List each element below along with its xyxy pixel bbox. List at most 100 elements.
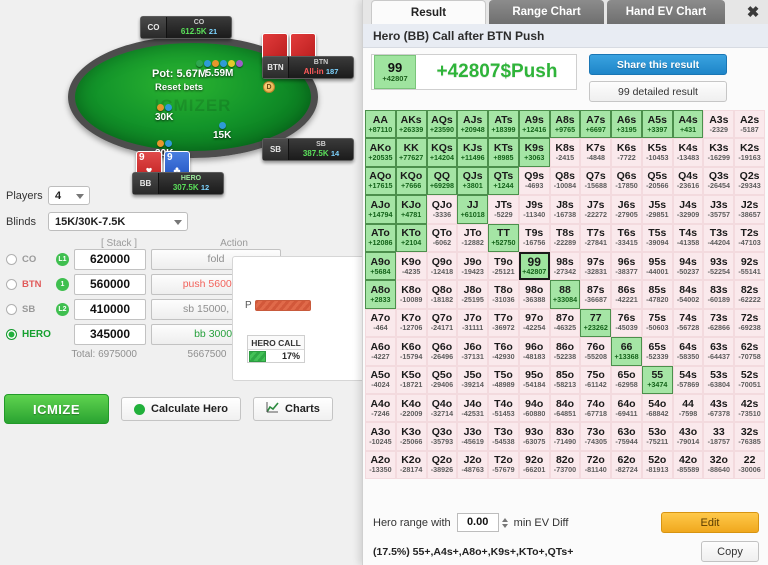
matrix-cell-62s[interactable]: 62s -70758 — [734, 337, 765, 366]
matrix-cell-J7s[interactable]: J7s -22272 — [580, 195, 612, 224]
matrix-cell-K5s[interactable]: K5s -10453 — [641, 138, 673, 167]
matrix-cell-T3o[interactable]: T3o -54538 — [488, 422, 519, 451]
matrix-cell-95o[interactable]: 95o -54184 — [518, 365, 550, 394]
matrix-cell-KQs[interactable]: KQs +14204 — [426, 138, 458, 167]
matrix-cell-A5s[interactable]: A5s +3397 — [641, 110, 673, 139]
matrix-cell-76s[interactable]: 76s -45039 — [611, 308, 642, 338]
matrix-cell-K6s[interactable]: K6s -7722 — [611, 138, 642, 167]
matrix-cell-T3s[interactable]: T3s -44204 — [703, 223, 735, 252]
matrix-cell-AA[interactable]: AA +87110 — [365, 110, 396, 139]
matrix-cell-88[interactable]: 88 +33084 — [549, 280, 581, 309]
matrix-cell-A3s[interactable]: A3s -2329 — [703, 110, 735, 139]
matrix-cell-J8o[interactable]: J8o -25195 — [457, 280, 489, 309]
blinds-select[interactable]: 15K/30K-7.5K — [48, 212, 188, 231]
matrix-cell-66[interactable]: 66 +13368 — [611, 337, 642, 366]
matrix-cell-A4s[interactable]: A4s +431 — [672, 110, 704, 139]
matrix-cell-22[interactable]: 22 -30006 — [734, 450, 765, 480]
close-icon[interactable]: ✖ — [744, 3, 762, 21]
matrix-cell-Q9o[interactable]: Q9o -12418 — [426, 251, 458, 281]
matrix-cell-73s[interactable]: 73s -62866 — [703, 308, 735, 338]
matrix-cell-93o[interactable]: 93o -63075 — [518, 422, 550, 451]
matrix-cell-74s[interactable]: 74s -56728 — [672, 308, 704, 338]
hero-call-box[interactable]: HERO CALL 17% — [247, 335, 305, 363]
matrix-cell-ATs[interactable]: ATs +18399 — [488, 110, 519, 139]
matrix-cell-AQo[interactable]: AQo +17615 — [365, 166, 396, 196]
matrix-cell-K5o[interactable]: K5o -18721 — [395, 365, 427, 394]
selected-hand-cell[interactable]: 99 +42807 — [374, 55, 416, 89]
matrix-cell-K8s[interactable]: K8s -2415 — [549, 138, 581, 167]
matrix-cell-Q2s[interactable]: Q2s -29343 — [734, 166, 765, 196]
matrix-cell-A3o[interactable]: A3o -10245 — [365, 422, 396, 451]
matrix-cell-A5o[interactable]: A5o -4024 — [365, 365, 396, 394]
matrix-cell-63s[interactable]: 63s -64437 — [703, 337, 735, 366]
matrix-cell-75s[interactable]: 75s -50603 — [641, 308, 673, 338]
matrix-cell-84s[interactable]: 84s -54002 — [672, 280, 704, 309]
matrix-cell-96o[interactable]: 96o -48183 — [518, 337, 550, 366]
matrix-cell-A7o[interactable]: A7o -464 — [365, 308, 396, 338]
matrix-cell-97s[interactable]: 97s -32831 — [580, 251, 612, 281]
matrix-cell-74o[interactable]: 74o -67718 — [580, 393, 612, 423]
matrix-cell-A2o[interactable]: A2o -13350 — [365, 450, 396, 480]
matrix-cell-52s[interactable]: 52s -70051 — [734, 365, 765, 394]
matrix-cell-T6s[interactable]: T6s -33415 — [611, 223, 642, 252]
matrix-cell-94s[interactable]: 94s -50237 — [672, 251, 704, 281]
matrix-cell-A9o[interactable]: A9o +5684 — [365, 251, 396, 281]
matrix-cell-83s[interactable]: 83s -60189 — [703, 280, 735, 309]
matrix-cell-Q7s[interactable]: Q7s -15688 — [580, 166, 612, 196]
matrix-cell-K6o[interactable]: K6o -15794 — [395, 337, 427, 366]
matrix-cell-KJo[interactable]: KJo +4781 — [395, 195, 427, 224]
matrix-cell-82s[interactable]: 82s -62222 — [734, 280, 765, 309]
matrix-cell-Q2o[interactable]: Q2o -38926 — [426, 450, 458, 480]
matrix-cell-32s[interactable]: 32s -76385 — [734, 422, 765, 451]
matrix-cell-T9s[interactable]: T9s -16756 — [518, 223, 550, 252]
matrix-cell-32o[interactable]: 32o -88640 — [703, 450, 735, 480]
matrix-cell-98o[interactable]: 98o -36388 — [518, 280, 550, 309]
matrix-cell-53o[interactable]: 53o -75211 — [641, 422, 673, 451]
matrix-cell-A7s[interactable]: A7s +6697 — [580, 110, 612, 139]
matrix-cell-95s[interactable]: 95s -44001 — [641, 251, 673, 281]
charts-button[interactable]: Charts — [253, 397, 333, 421]
matrix-cell-64s[interactable]: 64s -58350 — [672, 337, 704, 366]
matrix-cell-T8s[interactable]: T8s -22289 — [549, 223, 581, 252]
matrix-cell-J5o[interactable]: J5o -39214 — [457, 365, 489, 394]
matrix-cell-97o[interactable]: 97o -42254 — [518, 308, 550, 338]
matrix-cell-T5s[interactable]: T5s -39094 — [641, 223, 673, 252]
matrix-cell-J2s[interactable]: J2s -38657 — [734, 195, 765, 224]
matrix-cell-T4s[interactable]: T4s -41358 — [672, 223, 704, 252]
matrix-cell-Q9s[interactable]: Q9s -4693 — [518, 166, 550, 196]
matrix-cell-QQ[interactable]: QQ +69298 — [426, 166, 458, 196]
matrix-cell-T5o[interactable]: T5o -48989 — [488, 365, 519, 394]
matrix-cell-96s[interactable]: 96s -38377 — [611, 251, 642, 281]
seat-plate-co[interactable]: CO CO 612.5K 21 — [140, 16, 232, 39]
matrix-cell-K4s[interactable]: K4s -13483 — [672, 138, 704, 167]
matrix-cell-92s[interactable]: 92s -55141 — [734, 251, 765, 281]
matrix-cell-T2o[interactable]: T2o -57679 — [488, 450, 519, 480]
matrix-cell-K8o[interactable]: K8o -10089 — [395, 280, 427, 309]
matrix-cell-44[interactable]: 44 -7598 — [672, 393, 704, 423]
matrix-cell-Q7o[interactable]: Q7o -24171 — [426, 308, 458, 338]
matrix-cell-T2s[interactable]: T2s -47103 — [734, 223, 765, 252]
matrix-cell-K2s[interactable]: K2s -19163 — [734, 138, 765, 167]
matrix-cell-J2o[interactable]: J2o -48763 — [457, 450, 489, 480]
matrix-cell-93s[interactable]: 93s -52254 — [703, 251, 735, 281]
matrix-cell-J8s[interactable]: J8s -16738 — [549, 195, 581, 224]
hand-range-matrix[interactable]: AA +87110 AKs +26339 AQs +23590 AJs +20948 ATs +1… — [365, 110, 765, 480]
tab-result[interactable]: Result — [371, 0, 486, 24]
matrix-cell-A8o[interactable]: A8o +2833 — [365, 280, 396, 309]
matrix-cell-T4o[interactable]: T4o -51453 — [488, 393, 519, 423]
matrix-cell-J6o[interactable]: J6o -37131 — [457, 337, 489, 366]
min-ev-input[interactable]: 0.00 — [456, 513, 499, 532]
matrix-cell-K7s[interactable]: K7s -4848 — [580, 138, 612, 167]
matrix-cell-K2o[interactable]: K2o -28174 — [395, 450, 427, 480]
matrix-cell-AKs[interactable]: AKs +26339 — [395, 110, 427, 139]
matrix-cell-QTs[interactable]: QTs +1244 — [488, 166, 519, 196]
matrix-cell-J4s[interactable]: J4s -32909 — [672, 195, 704, 224]
matrix-cell-99[interactable]: 99 +42807 — [518, 251, 550, 281]
matrix-cell-KJs[interactable]: KJs +11496 — [457, 138, 489, 167]
matrix-cell-A9s[interactable]: A9s +12416 — [518, 110, 550, 139]
matrix-cell-KTs[interactable]: KTs +8985 — [488, 138, 519, 167]
matrix-cell-77[interactable]: 77 +23262 — [580, 308, 612, 338]
edit-range-button[interactable]: Edit — [661, 512, 759, 533]
matrix-cell-KK[interactable]: KK +77627 — [395, 138, 427, 167]
matrix-cell-42o[interactable]: 42o -85589 — [672, 450, 704, 480]
